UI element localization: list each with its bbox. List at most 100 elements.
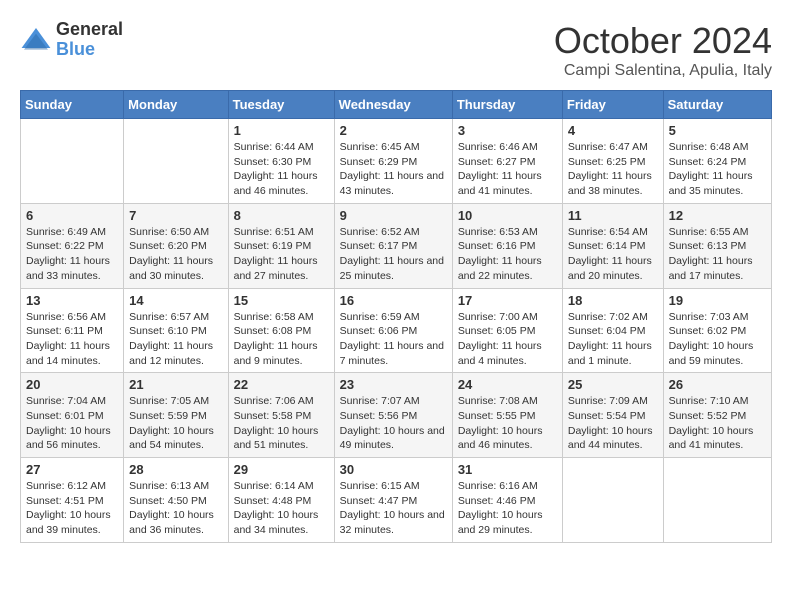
cell-info: Sunrise: 6:57 AM xyxy=(129,310,222,325)
calendar-cell xyxy=(663,458,771,543)
cell-info: Sunset: 4:50 PM xyxy=(129,494,222,509)
calendar-cell: 25Sunrise: 7:09 AMSunset: 5:54 PMDayligh… xyxy=(562,373,663,458)
cell-info: Daylight: 11 hours and 9 minutes. xyxy=(234,339,329,368)
cell-info: Sunrise: 6:49 AM xyxy=(26,225,118,240)
calendar-cell: 8 Sunrise: 6:51 AMSunset: 6:19 PMDaylight… xyxy=(228,203,334,288)
cell-info: Sunset: 6:04 PM xyxy=(568,324,658,339)
cell-info: Sunset: 6:25 PM xyxy=(568,155,658,170)
calendar-cell: 31Sunrise: 6:16 AMSunset: 4:46 PMDayligh… xyxy=(452,458,562,543)
cell-info: Sunrise: 6:55 AM xyxy=(669,225,766,240)
cell-info: Sunset: 6:22 PM xyxy=(26,239,118,254)
week-row-1: 1Sunrise: 6:44 AMSunset: 6:30 PMDaylight… xyxy=(21,119,772,204)
cell-info: Sunset: 6:24 PM xyxy=(669,155,766,170)
cell-info: Sunset: 4:48 PM xyxy=(234,494,329,509)
cell-info: Daylight: 10 hours and 49 minutes. xyxy=(340,424,447,453)
day-number: 23 xyxy=(340,377,447,392)
cell-info: Sunset: 6:29 PM xyxy=(340,155,447,170)
cell-info: Daylight: 11 hours and 14 minutes. xyxy=(26,339,118,368)
day-number: 12 xyxy=(669,208,766,223)
cell-info: Daylight: 10 hours and 46 minutes. xyxy=(458,424,557,453)
cell-info: Sunset: 6:13 PM xyxy=(669,239,766,254)
cell-info: Sunrise: 7:06 AM xyxy=(234,394,329,409)
header-row: SundayMondayTuesdayWednesdayThursdayFrid… xyxy=(21,91,772,119)
day-number: 20 xyxy=(26,377,118,392)
cell-info: Sunset: 5:52 PM xyxy=(669,409,766,424)
cell-info: Sunset: 4:51 PM xyxy=(26,494,118,509)
day-header-sunday: Sunday xyxy=(21,91,124,119)
day-number: 18 xyxy=(568,293,658,308)
cell-info: Daylight: 11 hours and 25 minutes. xyxy=(340,254,447,283)
cell-info: Sunset: 5:54 PM xyxy=(568,409,658,424)
day-header-friday: Friday xyxy=(562,91,663,119)
cell-info: Sunrise: 6:45 AM xyxy=(340,140,447,155)
cell-info: Daylight: 10 hours and 56 minutes. xyxy=(26,424,118,453)
cell-info: Daylight: 11 hours and 17 minutes. xyxy=(669,254,766,283)
calendar-cell: 9Sunrise: 6:52 AMSunset: 6:17 PMDaylight… xyxy=(334,203,452,288)
day-number: 5 xyxy=(669,123,766,138)
calendar-cell: 28Sunrise: 6:13 AMSunset: 4:50 PMDayligh… xyxy=(124,458,228,543)
day-number: 25 xyxy=(568,377,658,392)
cell-info: Daylight: 10 hours and 59 minutes. xyxy=(669,339,766,368)
week-row-3: 13Sunrise: 6:56 AMSunset: 6:11 PMDayligh… xyxy=(21,288,772,373)
day-number: 1 xyxy=(234,123,329,138)
cell-info: Daylight: 11 hours and 46 minutes. xyxy=(234,169,329,198)
month-title: October 2024 xyxy=(554,20,772,62)
day-number: 9 xyxy=(340,208,447,223)
cell-info: Sunset: 6:19 PM xyxy=(234,239,329,254)
calendar-header: SundayMondayTuesdayWednesdayThursdayFrid… xyxy=(21,91,772,119)
cell-info: Sunrise: 6:54 AM xyxy=(568,225,658,240)
day-number: 27 xyxy=(26,462,118,477)
cell-info: Daylight: 11 hours and 27 minutes. xyxy=(234,254,329,283)
cell-info: Sunrise: 6:14 AM xyxy=(234,479,329,494)
logo: General Blue xyxy=(20,20,123,60)
day-number: 17 xyxy=(458,293,557,308)
calendar-cell: 18Sunrise: 7:02 AMSunset: 6:04 PMDayligh… xyxy=(562,288,663,373)
cell-info: Sunrise: 6:48 AM xyxy=(669,140,766,155)
cell-info: Sunrise: 7:03 AM xyxy=(669,310,766,325)
calendar-cell: 3Sunrise: 6:46 AMSunset: 6:27 PMDaylight… xyxy=(452,119,562,204)
cell-info: Sunrise: 6:16 AM xyxy=(458,479,557,494)
cell-info: Sunset: 6:06 PM xyxy=(340,324,447,339)
cell-info: Daylight: 10 hours and 32 minutes. xyxy=(340,508,447,537)
cell-info: Daylight: 10 hours and 29 minutes. xyxy=(458,508,557,537)
calendar-cell: 11Sunrise: 6:54 AMSunset: 6:14 PMDayligh… xyxy=(562,203,663,288)
cell-info: Daylight: 11 hours and 43 minutes. xyxy=(340,169,447,198)
calendar-cell: 10Sunrise: 6:53 AMSunset: 6:16 PMDayligh… xyxy=(452,203,562,288)
cell-info: Sunrise: 7:08 AM xyxy=(458,394,557,409)
calendar-cell: 17Sunrise: 7:00 AMSunset: 6:05 PMDayligh… xyxy=(452,288,562,373)
cell-info: Sunset: 5:56 PM xyxy=(340,409,447,424)
calendar-cell: 2Sunrise: 6:45 AMSunset: 6:29 PMDaylight… xyxy=(334,119,452,204)
calendar-cell: 5 Sunrise: 6:48 AMSunset: 6:24 PMDaylight… xyxy=(663,119,771,204)
cell-info: Daylight: 10 hours and 44 minutes. xyxy=(568,424,658,453)
calendar-cell: 20Sunrise: 7:04 AMSunset: 6:01 PMDayligh… xyxy=(21,373,124,458)
day-number: 13 xyxy=(26,293,118,308)
day-number: 24 xyxy=(458,377,557,392)
day-number: 15 xyxy=(234,293,329,308)
day-number: 7 xyxy=(129,208,222,223)
day-number: 16 xyxy=(340,293,447,308)
cell-info: Sunset: 6:14 PM xyxy=(568,239,658,254)
week-row-2: 6Sunrise: 6:49 AMSunset: 6:22 PMDaylight… xyxy=(21,203,772,288)
day-number: 8 xyxy=(234,208,329,223)
day-header-monday: Monday xyxy=(124,91,228,119)
calendar-cell: 24 Sunrise: 7:08 AMSunset: 5:55 PMDayligh… xyxy=(452,373,562,458)
logo-general: General xyxy=(56,20,123,40)
cell-info: Sunset: 5:58 PM xyxy=(234,409,329,424)
day-number: 22 xyxy=(234,377,329,392)
calendar-cell: 12 Sunrise: 6:55 AMSunset: 6:13 PMDayligh… xyxy=(663,203,771,288)
calendar-cell: 23Sunrise: 7:07 AMSunset: 5:56 PMDayligh… xyxy=(334,373,452,458)
calendar-cell: 19Sunrise: 7:03 AMSunset: 6:02 PMDayligh… xyxy=(663,288,771,373)
day-number: 19 xyxy=(669,293,766,308)
cell-info: Sunrise: 6:15 AM xyxy=(340,479,447,494)
cell-info: Daylight: 11 hours and 35 minutes. xyxy=(669,169,766,198)
cell-info: Sunset: 5:55 PM xyxy=(458,409,557,424)
cell-info: Sunrise: 6:56 AM xyxy=(26,310,118,325)
calendar-body: 1Sunrise: 6:44 AMSunset: 6:30 PMDaylight… xyxy=(21,119,772,543)
day-number: 28 xyxy=(129,462,222,477)
calendar-cell: 16Sunrise: 6:59 AMSunset: 6:06 PMDayligh… xyxy=(334,288,452,373)
cell-info: Sunrise: 6:51 AM xyxy=(234,225,329,240)
calendar-cell: 1Sunrise: 6:44 AMSunset: 6:30 PMDaylight… xyxy=(228,119,334,204)
cell-info: Sunrise: 6:12 AM xyxy=(26,479,118,494)
calendar-cell: 22Sunrise: 7:06 AMSunset: 5:58 PMDayligh… xyxy=(228,373,334,458)
cell-info: Daylight: 10 hours and 34 minutes. xyxy=(234,508,329,537)
